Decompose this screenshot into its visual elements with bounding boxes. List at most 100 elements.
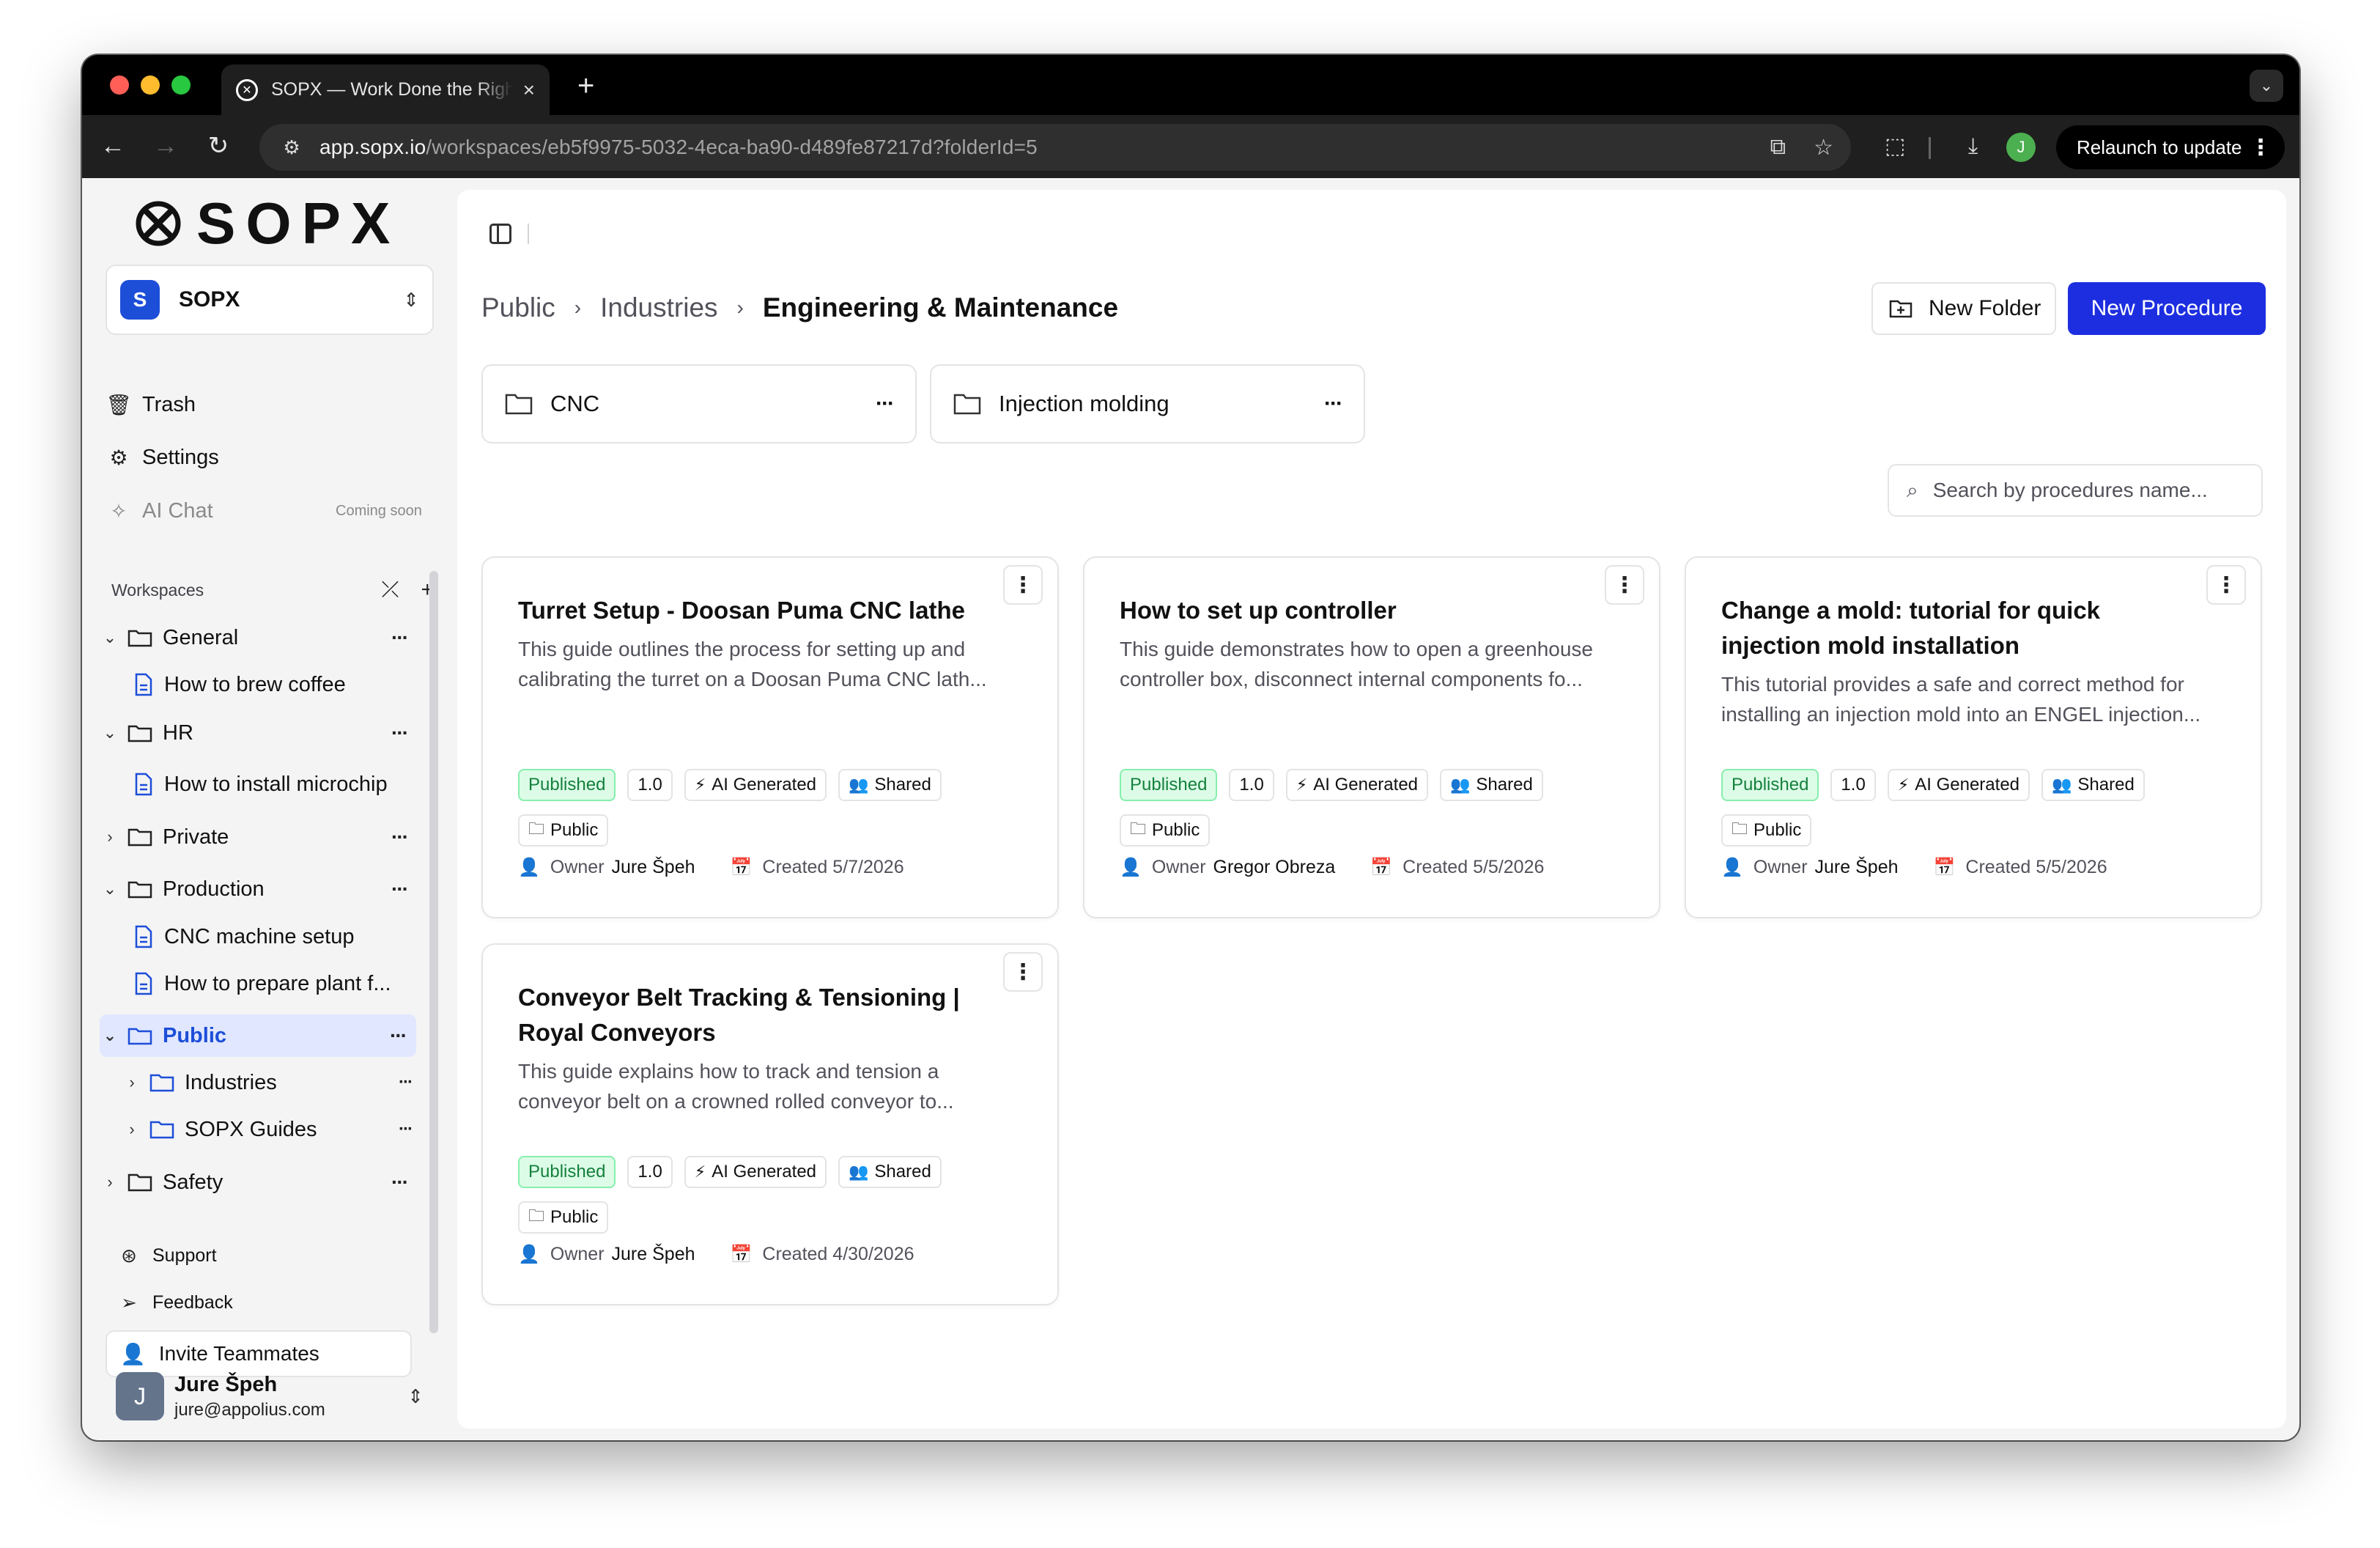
collapse-all-icon[interactable]: ⤫	[381, 578, 399, 602]
breadcrumb-industries[interactable]: Industries	[600, 292, 717, 323]
chevron-down-icon[interactable]: ⌄	[100, 723, 120, 742]
back-arrow-icon[interactable]: ←	[97, 130, 129, 162]
more-options-icon[interactable]: ···	[399, 1072, 413, 1093]
owner-name: Jure Špeh	[1814, 857, 1899, 877]
magic-wand-icon: ⚡	[1296, 775, 1308, 794]
more-options-icon[interactable]: ···	[390, 1024, 407, 1047]
close-tab-icon[interactable]: ×	[523, 78, 535, 102]
user-menu[interactable]: J Jure Špeh jure@appolius.com ⇕	[116, 1367, 424, 1426]
ai-chat-link[interactable]: ✧ AI Chat Coming soon	[106, 492, 428, 530]
more-options-icon[interactable]: ···	[1324, 391, 1343, 416]
owner-label: Owner	[1151, 857, 1206, 877]
procedure-card[interactable]: ⋮ Turret Setup - Doosan Puma CNC lathe T…	[481, 556, 1059, 918]
user-icon: 👤	[518, 1245, 540, 1264]
chevron-down-icon[interactable]: ⌄	[100, 1026, 120, 1045]
new-folder-button[interactable]: New Folder	[1871, 282, 2056, 335]
reload-icon[interactable]: ↻	[202, 130, 234, 162]
url-text[interactable]: app.sopx.io/workspaces/eb5f9975-5032-4ec…	[319, 136, 1038, 159]
tree-doc-microchip[interactable]: How to install microchip	[133, 763, 412, 806]
shared-badge: 👥 Shared	[838, 1156, 942, 1188]
tree-folder-hr[interactable]: ⌄ HR ···	[100, 712, 409, 754]
more-options-icon[interactable]: ···	[391, 1171, 409, 1194]
user-icon: 👤	[1721, 858, 1743, 877]
sidebar-scrollbar[interactable]	[429, 571, 438, 1333]
shared-badge: 👥 Shared	[2041, 769, 2145, 801]
tree-folder-public[interactable]: ⌄ Public ···	[100, 1014, 416, 1057]
more-options-icon[interactable]: ···	[391, 825, 409, 849]
procedure-card[interactable]: ⋮ Change a mold: tutorial for quick inje…	[1685, 556, 2262, 918]
address-bar[interactable]: ⚙ app.sopx.io/workspaces/eb5f9975-5032-4…	[259, 124, 1851, 171]
badge-label: Shared	[1476, 775, 1533, 795]
folder-icon	[128, 1173, 152, 1192]
chevron-right-icon[interactable]: ›	[122, 1120, 142, 1139]
kebab-menu-icon[interactable]: ⋮	[1605, 565, 1644, 605]
extensions-icon[interactable]: ⬚	[1885, 131, 1905, 162]
chevron-down-icon[interactable]: ⌄	[100, 880, 120, 899]
tree-doc-plant[interactable]: How to prepare plant f...	[133, 962, 412, 1005]
tree-folder-production[interactable]: ⌄ Production ···	[100, 868, 409, 910]
main-content: Public › Industries › Engineering & Main…	[457, 190, 2286, 1429]
status-badge: Published	[518, 1156, 616, 1188]
breadcrumb-public[interactable]: Public	[481, 292, 555, 323]
sparkle-icon: ✧	[110, 499, 128, 523]
chevron-right-icon[interactable]: ›	[100, 828, 120, 847]
zoom-window-button[interactable]	[171, 75, 191, 95]
folder-card-injection-molding[interactable]: Injection molding ···	[930, 364, 1365, 443]
sopx-logo[interactable]: SOPX	[135, 194, 400, 253]
kebab-menu-icon[interactable]: ⋮	[1003, 565, 1043, 605]
url-path: /workspaces/eb5f9975-5032-4eca-ba90-d489…	[426, 136, 1038, 158]
public-badge: 🗀 Public	[518, 814, 609, 847]
folder-name: CNC	[550, 391, 600, 416]
settings-link[interactable]: ⚙ Settings	[106, 438, 218, 476]
tree-folder-private[interactable]: › Private ···	[100, 816, 409, 858]
feedback-link[interactable]: ➢ Feedback	[116, 1283, 233, 1322]
trash-link[interactable]: 🗑 Trash	[106, 386, 196, 424]
folder-card-cnc[interactable]: CNC ···	[481, 364, 917, 443]
card-description: This tutorial provides a safe and correc…	[1721, 673, 2201, 726]
chevron-right-icon[interactable]: ›	[100, 1173, 120, 1192]
new-procedure-button[interactable]: New Procedure	[2068, 282, 2266, 335]
owner-name: Jure Špeh	[611, 857, 695, 877]
more-options-icon[interactable]: ···	[391, 626, 409, 649]
download-icon[interactable]: ⤓	[1968, 131, 1978, 162]
tree-folder-industries[interactable]: › Industries ···	[122, 1061, 413, 1104]
avatar: J	[116, 1372, 164, 1420]
new-tab-button[interactable]: +	[577, 71, 594, 100]
search-input[interactable]	[1932, 479, 2226, 502]
kebab-menu-icon[interactable]: ⋮	[1003, 952, 1043, 992]
more-options-icon[interactable]: ···	[399, 1119, 413, 1140]
site-settings-icon[interactable]: ⚙	[277, 133, 306, 162]
sopx-favicon-icon: ✕	[236, 78, 258, 101]
tree-folder-safety[interactable]: › Safety ···	[100, 1161, 409, 1204]
more-options-icon[interactable]: ···	[876, 391, 895, 416]
relaunch-button[interactable]: Relaunch to update ⋮	[2056, 125, 2285, 169]
magic-wand-icon: ⚡	[694, 1162, 706, 1181]
forward-arrow-icon[interactable]: →	[149, 130, 182, 162]
tree-doc-cnc-setup[interactable]: CNC machine setup	[133, 915, 412, 958]
tab-search-chevron-icon[interactable]: ⌄	[2250, 70, 2283, 102]
tree-folder-general[interactable]: ⌄ General ···	[100, 616, 409, 659]
tree-folder-sopx-guides[interactable]: › SOPX Guides ···	[122, 1108, 413, 1151]
tree-doc-brew-coffee[interactable]: How to brew coffee	[133, 663, 412, 706]
card-tags: Published 1.0 ⚡ AI Generated 👥 Shared 🗀 Pub…	[518, 769, 1031, 847]
owner-label: Owner	[1753, 857, 1808, 877]
procedure-card[interactable]: ⋮ How to set up controller This guide de…	[1083, 556, 1660, 918]
workspace-selector[interactable]: S SOPX ⇕	[106, 265, 434, 335]
more-options-icon[interactable]: ···	[391, 721, 409, 745]
chevron-down-icon[interactable]: ⌄	[100, 628, 120, 647]
more-options-icon[interactable]: ···	[391, 877, 409, 901]
profile-avatar[interactable]: J	[2006, 133, 2036, 162]
sidebar-toggle-icon[interactable]	[489, 224, 511, 244]
kebab-menu-icon[interactable]: ⋮	[2206, 565, 2246, 605]
procedure-search[interactable]: ⌕	[1888, 464, 2263, 517]
minimize-window-button[interactable]	[141, 75, 160, 95]
created-date: 5/5/2026	[1473, 857, 1545, 877]
bookmark-star-icon[interactable]: ☆	[1814, 135, 1833, 161]
browser-tab[interactable]: ✕ SOPX — Work Done the Right Way ×	[221, 64, 550, 115]
close-window-button[interactable]	[110, 75, 129, 95]
procedure-card[interactable]: ⋮ Conveyor Belt Tracking & Tensioning | …	[481, 943, 1059, 1305]
support-link[interactable]: ⊛ Support	[116, 1236, 216, 1275]
shared-badge: 👥 Shared	[838, 769, 942, 801]
chevron-right-icon[interactable]: ›	[122, 1073, 142, 1092]
install-app-icon[interactable]: ⧉	[1770, 135, 1786, 161]
